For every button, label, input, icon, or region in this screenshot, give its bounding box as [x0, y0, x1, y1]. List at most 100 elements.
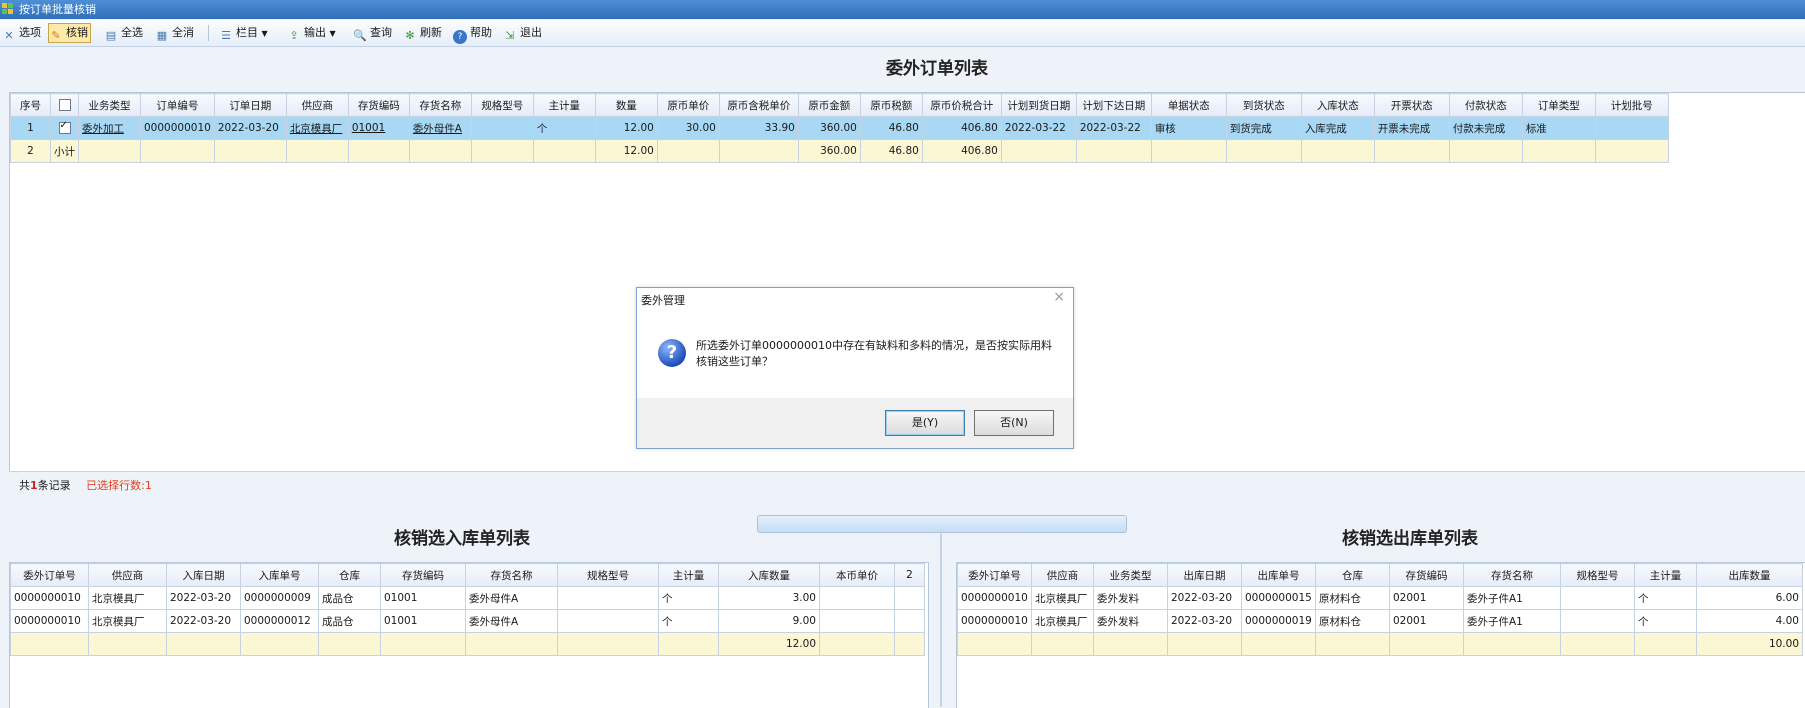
column-header[interactable]: 规格型号	[1560, 563, 1635, 587]
column-header[interactable]: 订单编号	[140, 93, 215, 117]
inbound-row[interactable]: 0000000010 北京模具厂 2022-03-20 0000000012 成品仓 01…	[10, 609, 925, 633]
options-button[interactable]: ✕ 选项	[2, 23, 41, 43]
outbound-row[interactable]: 0000000010 北京模具厂 委外发料 2022-03-20 0000000019 原…	[957, 609, 1803, 633]
table-cell: 3.00	[718, 586, 820, 610]
column-header[interactable]: 委外订单号	[10, 563, 89, 587]
column-header[interactable]: 主计量	[532, 93, 596, 117]
column-header[interactable]: 数量	[594, 93, 658, 117]
column-header[interactable]: 付款状态	[1448, 93, 1523, 117]
column-header[interactable]: 计划下达日期	[1075, 93, 1152, 117]
exit-icon: ⇲	[505, 29, 515, 42]
table-cell	[957, 632, 1032, 656]
column-header[interactable]: 主计量	[658, 563, 719, 587]
refresh-button[interactable]: ✻ 刷新	[403, 23, 442, 43]
no-button[interactable]: 否(N)	[974, 410, 1054, 436]
column-header[interactable]: 订单日期	[213, 93, 287, 117]
record-count: 1	[30, 479, 38, 492]
table-cell: 02001	[1389, 586, 1464, 610]
column-header[interactable]: 入库日期	[166, 563, 241, 587]
column-header[interactable]	[50, 93, 79, 117]
row-checkbox[interactable]	[58, 120, 71, 134]
query-button[interactable]: 🔍 查询	[353, 23, 392, 43]
column-header[interactable]: 原币税额	[859, 93, 923, 117]
inbound-total-row[interactable]: 12.00	[10, 632, 925, 656]
column-header[interactable]: 存货编码	[347, 93, 410, 117]
close-icon[interactable]: ×	[1053, 289, 1065, 305]
column-header[interactable]: 开票状态	[1373, 93, 1450, 117]
column-header[interactable]: 委外订单号	[957, 563, 1032, 587]
column-header[interactable]: 原币含税单价	[718, 93, 799, 117]
clear-all-button[interactable]: ▦ 全消	[155, 23, 194, 43]
table-cell: 0000000019	[1241, 609, 1316, 633]
exit-button[interactable]: ⇲ 退出	[503, 23, 542, 43]
table-cell: 2022-03-22	[1075, 116, 1152, 140]
column-header[interactable]: 计划批号	[1594, 93, 1669, 117]
column-header[interactable]: 存货编码	[1389, 563, 1464, 587]
order-row[interactable]: 1 委外加工00000000102022-03-20北京模具厂01001委外母件A…	[10, 116, 1669, 140]
columns-label: 栏目	[236, 26, 258, 39]
column-header[interactable]: 主计量	[1634, 563, 1697, 587]
column-header[interactable]: 存货名称	[1463, 563, 1561, 587]
table-cell	[1634, 632, 1697, 656]
column-header[interactable]: 出库日期	[1167, 563, 1242, 587]
column-header[interactable]: 仓库	[318, 563, 381, 587]
link-cell[interactable]: 北京模具厂	[285, 116, 349, 140]
output-button[interactable]: ⇪ 输出 ▼	[287, 23, 335, 43]
column-header[interactable]: 本币单价	[819, 563, 895, 587]
column-header[interactable]: 规格型号	[470, 93, 534, 117]
column-header[interactable]: 原币金额	[797, 93, 861, 117]
table-cell	[718, 139, 799, 163]
column-header[interactable]: 原币单价	[656, 93, 720, 117]
table-cell: 01001	[380, 586, 466, 610]
column-header[interactable]: 原币价税合计	[921, 93, 1002, 117]
select-all-button[interactable]: ▤ 全选	[104, 23, 143, 43]
column-header[interactable]: 业务类型	[1093, 563, 1168, 587]
link-cell[interactable]: 委外母件A	[408, 116, 472, 140]
column-header[interactable]: 到货状态	[1225, 93, 1302, 117]
splitter-handle[interactable]	[757, 515, 1127, 533]
column-header[interactable]: 供应商	[285, 93, 349, 117]
column-header[interactable]: 单据状态	[1150, 93, 1227, 117]
select-all-checkbox[interactable]	[58, 98, 71, 111]
table-cell: 个	[1634, 609, 1697, 633]
column-header[interactable]: 规格型号	[557, 563, 659, 587]
writeoff-button[interactable]: ✎ 核销	[48, 23, 91, 43]
column-header[interactable]: 业务类型	[78, 93, 141, 117]
column-header[interactable]: 供应商	[1031, 563, 1094, 587]
column-header[interactable]: 存货名称	[465, 563, 558, 587]
table-cell: 0000000010	[957, 609, 1032, 633]
vertical-splitter[interactable]	[940, 530, 942, 707]
column-header[interactable]: 出库单号	[1241, 563, 1316, 587]
inbound-row[interactable]: 0000000010 北京模具厂 2022-03-20 0000000009 成品仓 01…	[10, 586, 925, 610]
table-cell	[380, 632, 466, 656]
column-header[interactable]: 序号	[10, 93, 51, 117]
table-cell	[470, 139, 534, 163]
exit-label: 退出	[520, 26, 542, 39]
link-cell[interactable]: 委外加工	[78, 116, 141, 140]
column-header[interactable]: 订单类型	[1521, 93, 1596, 117]
columns-button[interactable]: ☰ 栏目 ▼	[219, 23, 268, 43]
column-header[interactable]: 入库单号	[240, 563, 319, 587]
column-header[interactable]: 供应商	[88, 563, 167, 587]
column-header[interactable]: 存货名称	[408, 93, 472, 117]
yes-button[interactable]: 是(Y)	[885, 410, 965, 436]
table-cell: 个	[658, 609, 719, 633]
column-header[interactable]: 入库状态	[1300, 93, 1375, 117]
output-icon: ⇪	[289, 29, 299, 42]
subtotal-row[interactable]: 2 小计 12.00 360.00 46.80 406.80	[10, 139, 1669, 163]
outbound-total-row[interactable]: 10.00	[957, 632, 1803, 656]
table-cell	[1315, 632, 1390, 656]
table-cell: 02001	[1389, 609, 1464, 633]
link-cell[interactable]: 01001	[347, 116, 410, 140]
outbound-row[interactable]: 0000000010 北京模具厂 委外发料 2022-03-20 0000000015 原…	[957, 586, 1803, 610]
column-header[interactable]: 计划到货日期	[1000, 93, 1077, 117]
column-header[interactable]: 入库数量	[718, 563, 820, 587]
table-cell	[1093, 632, 1168, 656]
help-button[interactable]: ? 帮助	[453, 23, 492, 44]
column-header[interactable]: 出库数量	[1696, 563, 1803, 587]
table-cell: 2	[10, 139, 51, 163]
column-header[interactable]: 仓库	[1315, 563, 1390, 587]
column-header[interactable]: 2	[894, 563, 925, 587]
table-cell: 0000000010	[140, 116, 215, 140]
column-header[interactable]: 存货编码	[380, 563, 466, 587]
